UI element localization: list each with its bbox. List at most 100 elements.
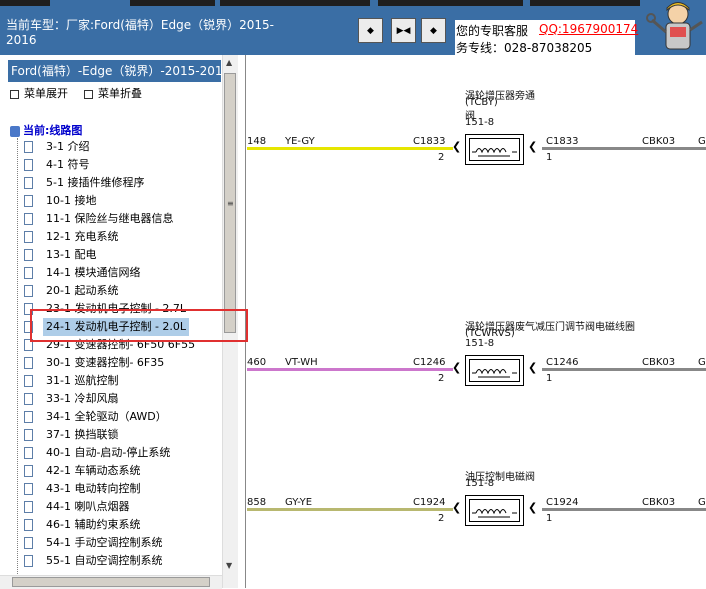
nav-prev-button[interactable]: ◆ (358, 18, 383, 43)
tree-item-label: 11-1 保险丝与继电器信息 (46, 212, 174, 225)
toolbar-strip (530, 0, 640, 6)
solenoid-symbol (465, 495, 524, 526)
tree-item-label: 43-1 电动转向控制 (46, 482, 141, 495)
scroll-down-icon[interactable]: ▼ (226, 561, 232, 570)
tree-item-label: 55-1 自动空调控制系统 (46, 554, 163, 567)
tree-item-label: 37-1 换挡联锁 (46, 428, 119, 441)
document-icon (24, 267, 33, 279)
scroll-thumb[interactable] (12, 577, 210, 587)
tree-item-label: 5-1 接插件维修程序 (46, 176, 145, 189)
sidebar-title: Ford(福特）-Edge（锐界）-2015-2016 (8, 60, 221, 82)
ground-wire (542, 368, 706, 371)
document-icon (24, 177, 33, 189)
tree-item-label: 33-1 冷却风扇 (46, 392, 119, 405)
tree-item-label: 44-1 喇叭点烟器 (46, 500, 130, 513)
ground-wire (542, 508, 706, 511)
connector-right-icon: ❮ (528, 501, 538, 514)
connector-id: C1833 (546, 136, 579, 147)
document-icon (24, 537, 33, 549)
tree-item-label: 46-1 辅助约束系统 (46, 518, 141, 531)
connector-id: C1246 (413, 357, 446, 368)
tree-item-label: 3-1 介绍 (46, 140, 90, 153)
document-icon (24, 285, 33, 297)
tree-root-label: 当前:线路图 (23, 124, 83, 137)
document-icon (24, 555, 33, 567)
wire-color-code: YE-GY (285, 136, 315, 147)
component-name: 151-8 (465, 478, 495, 489)
nav-fit-button[interactable]: ▶◀ (391, 18, 416, 43)
grip-icon: ≡ (227, 199, 234, 208)
current-vehicle-label: 当前车型：厂家:Ford(福特）Edge（锐界）2015- (6, 18, 274, 32)
document-icon (24, 231, 33, 243)
tree-item-label: 42-1 车辆动态系统 (46, 464, 141, 477)
coil-icon (469, 359, 520, 382)
connector-left-icon: ❮ (452, 140, 462, 153)
connector-id: C1924 (546, 497, 579, 508)
signal-wire (247, 147, 453, 150)
document-icon (24, 357, 33, 369)
tree-connector (17, 138, 18, 588)
toolbar-strip (130, 0, 215, 6)
pin-number: 1 (546, 152, 553, 163)
book-icon (10, 125, 20, 137)
connector-right-icon: ❮ (528, 140, 538, 153)
nav-next-button[interactable]: ◆ (421, 18, 446, 43)
solenoid-symbol (465, 355, 524, 386)
scroll-up-icon[interactable]: ▲ (226, 58, 232, 67)
highlight-box (30, 309, 248, 342)
service-qq-link[interactable]: QQ:1967900174 (539, 22, 638, 36)
document-icon (24, 429, 33, 441)
circuit-id: CBK03 (642, 136, 676, 147)
connector-id: C1833 (413, 136, 446, 147)
tree-item-label: 4-1 符号 (46, 158, 90, 171)
wire-number: 148 (247, 136, 267, 147)
scroll-thumb[interactable]: ≡ (224, 73, 236, 333)
connector-left-icon: ❮ (452, 501, 462, 514)
signal-wire (247, 508, 453, 511)
document-icon (24, 393, 33, 405)
service-info: 您的专职客服 QQ:1967900174 务专线：028-87038205 (455, 20, 638, 55)
document-icon (24, 411, 33, 423)
top-bar: 当前车型：厂家:Ford(福特）Edge（锐界）2015- 2016 ◆ ▶◀ … (0, 0, 706, 55)
document-icon (24, 483, 33, 495)
circuit-id: CBK03 (642, 357, 676, 368)
pin-number: 2 (438, 373, 445, 384)
tree-root[interactable]: 当前:线路图 (10, 122, 82, 138)
tree-item-label: 14-1 模块通信网络 (46, 266, 141, 279)
horizontal-scrollbar[interactable] (0, 575, 222, 589)
document-icon (24, 519, 33, 531)
toolbar-strip (0, 0, 50, 6)
document-icon (24, 375, 33, 387)
menu-expand-label: 菜单展开 (24, 87, 68, 100)
circuit-edge: G (698, 136, 706, 147)
signal-wire (247, 368, 453, 371)
pin-number: 1 (546, 373, 553, 384)
tree-list: 3-1 介绍 4-1 符号 5-1 接插件维修程序 10-1 接地 11-1 保险丝与继… (0, 138, 222, 588)
tree-item-label: 20-1 起动系统 (46, 284, 119, 297)
menu-collapse-button[interactable]: 菜单折叠 (84, 85, 142, 101)
wire-color-code: VT-WH (285, 357, 318, 368)
coil-icon (469, 499, 520, 522)
wire-number: 460 (247, 357, 267, 368)
component-name: 151-8 (465, 117, 495, 128)
tree-item-label: 30-1 变速器控制- 6F35 (46, 356, 165, 369)
document-icon (24, 213, 33, 225)
tree-item-label: 31-1 巡航控制 (46, 374, 119, 387)
tree-item-label: 34-1 全轮驱动（AWD） (46, 410, 167, 423)
coil-icon (469, 138, 520, 161)
pin-number: 2 (438, 513, 445, 524)
document-icon (24, 465, 33, 477)
solenoid-symbol (465, 134, 524, 165)
document-icon (24, 249, 33, 261)
mascot-logo (640, 0, 706, 55)
service-label: 您的专职客服 (456, 24, 529, 38)
menu-expand-button[interactable]: 菜单展开 (10, 85, 68, 101)
document-icon (24, 195, 33, 207)
connector-id: C1924 (413, 497, 446, 508)
document-icon (24, 159, 33, 171)
tree-item-label: 13-1 配电 (46, 248, 97, 261)
wiring-diagram: 涡轮增压器旁通 (TCBY) 阀 151-8 ❮ ❮ 148 YE-GY C1833 2 C1833… (247, 55, 706, 588)
tree-item-label: 40-1 自动-启动-停止系统 (46, 446, 171, 459)
expand-icon (10, 89, 19, 99)
circuit-id: CBK03 (642, 497, 676, 508)
